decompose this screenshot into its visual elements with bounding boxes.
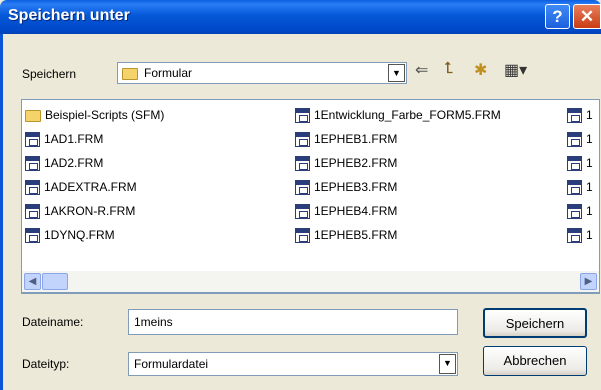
scrollbar-thumb[interactable] [42,273,68,290]
scroll-right-icon[interactable]: ▶ [580,273,597,290]
up-folder-icon[interactable]: ⮤ [444,60,453,78]
form-file-icon [25,228,40,244]
save-button[interactable]: Speichern [483,308,587,338]
cancel-button[interactable]: Abbrechen [483,346,587,376]
form-file-icon [295,204,310,220]
form-file-icon [567,156,582,172]
form-file-icon [25,156,40,172]
form-file-icon [295,156,310,172]
list-item[interactable]: 1AD2.FRM [25,153,103,173]
location-combobox[interactable]: Formular ▼ [117,62,407,84]
window-title: Speichern unter [8,7,130,24]
location-label: Speichern [22,67,77,81]
list-item[interactable]: 1 [567,201,593,221]
filetype-value: Formulardatei [134,357,209,371]
list-item[interactable]: 1Entwicklung_Farbe_FORM5.FRM [295,105,501,125]
form-file-icon [295,228,310,244]
file-list[interactable]: Beispiel-Scripts (SFM) 1AD1.FRM 1AD2.FRM… [21,99,600,294]
form-file-icon [567,204,582,220]
list-item[interactable]: 1ADEXTRA.FRM [25,177,137,197]
list-item[interactable]: 1EPHEB2.FRM [295,153,397,173]
location-value: Formular [144,66,193,80]
list-item[interactable]: 1DYNQ.FRM [25,225,115,245]
form-file-icon [295,108,310,124]
form-file-icon [295,180,310,196]
folder-icon [25,109,41,122]
list-item[interactable]: 1 [567,153,593,173]
form-file-icon [25,204,40,220]
folder-icon [122,66,142,80]
back-icon[interactable]: ⇐ [415,60,428,80]
form-file-icon [25,132,40,148]
list-item[interactable]: 1EPHEB1.FRM [295,129,397,149]
list-item[interactable]: 1 [567,129,593,149]
list-item[interactable]: 1 [567,225,593,245]
form-file-icon [295,132,310,148]
list-item[interactable]: Beispiel-Scripts (SFM) [25,105,164,125]
list-item[interactable]: 1AKRON-R.FRM [25,201,135,221]
help-button[interactable]: ? [545,4,570,29]
form-file-icon [25,180,40,196]
list-item[interactable]: 1AD1.FRM [25,129,103,149]
form-file-icon [567,108,582,124]
form-file-icon [567,228,582,244]
list-item[interactable]: 1EPHEB4.FRM [295,201,397,221]
chevron-down-icon[interactable]: ▼ [439,354,456,374]
close-button[interactable]: ✕ [573,4,601,29]
list-item[interactable]: 1EPHEB3.FRM [295,177,397,197]
form-file-icon [567,180,582,196]
scroll-left-icon[interactable]: ◀ [24,273,41,290]
filetype-combobox[interactable]: Formulardatei ▼ [128,352,458,376]
chevron-down-icon[interactable]: ▼ [388,64,405,82]
filetype-label: Dateityp: [22,357,70,371]
new-folder-icon[interactable]: ✱ [474,60,487,80]
horizontal-scrollbar[interactable]: ◀ ▶ [21,271,600,293]
title-bar[interactable]: Speichern unter ? ✕ [0,0,601,34]
list-item[interactable]: 1 [567,105,593,125]
view-menu-icon[interactable]: ▦▾ [504,60,527,80]
form-file-icon [567,132,582,148]
list-item[interactable]: 1 [567,177,593,197]
list-item[interactable]: 1EPHEB5.FRM [295,225,397,245]
filename-input[interactable]: 1meins [128,309,458,335]
filename-label: Dateiname: [22,315,84,329]
